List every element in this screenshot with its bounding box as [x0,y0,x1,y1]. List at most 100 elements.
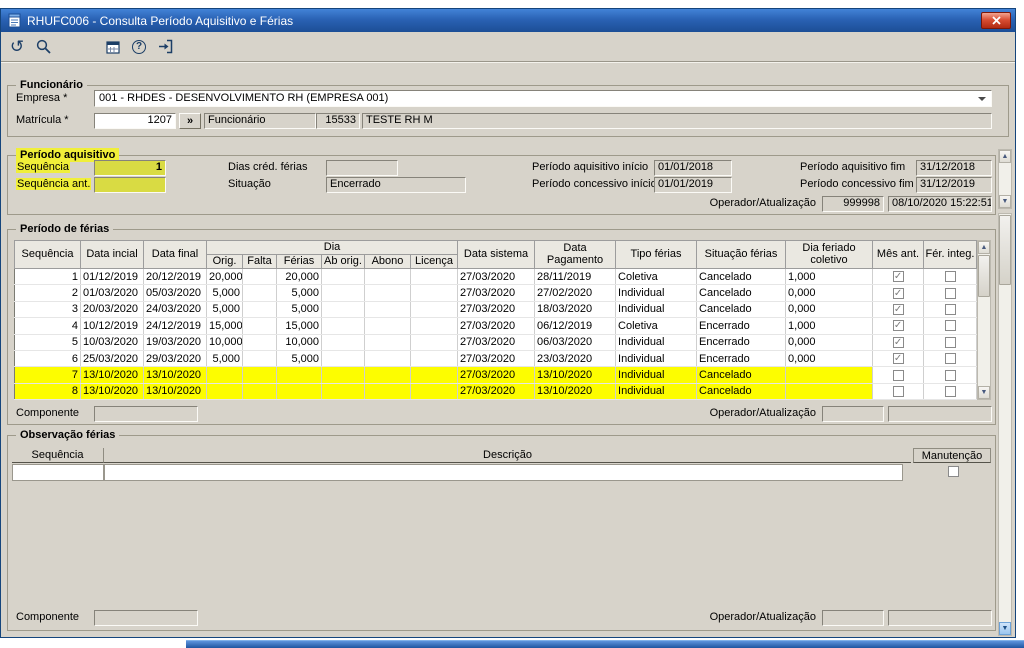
fer-integ-checkbox[interactable] [945,271,956,282]
licenca-cell[interactable] [411,350,458,366]
data_final-cell[interactable]: 24/03/2020 [144,301,207,317]
ferias-cell[interactable]: 10,000 [277,334,322,350]
tipo_ferias-cell[interactable]: Individual [616,301,697,317]
orig-cell[interactable]: 5,000 [207,350,243,366]
orig-cell[interactable]: 15,000 [207,318,243,334]
matricula-input[interactable]: 1207 [94,113,176,129]
ab_orig-cell[interactable] [322,269,365,285]
abono-cell[interactable] [365,383,411,399]
falta-cell[interactable] [243,350,277,366]
ab_orig-cell[interactable] [322,367,365,383]
sequencia-cell[interactable]: 1 [15,269,81,285]
sequencia-cell[interactable]: 7 [15,367,81,383]
falta-cell[interactable] [243,301,277,317]
table-row[interactable]: 510/03/202019/03/202010,00010,00027/03/2… [15,334,977,350]
data_sistema-cell[interactable]: 27/03/2020 [458,269,535,285]
col-dia-feriado-coletivo[interactable]: Dia feriado coletivo [786,241,873,269]
ferias-cell[interactable] [277,383,322,399]
data_inicial-cell[interactable]: 13/10/2020 [81,383,144,399]
orig-cell[interactable] [207,367,243,383]
data_sistema-cell[interactable]: 27/03/2020 [458,334,535,350]
data_pagamento-cell[interactable]: 28/11/2019 [535,269,616,285]
licenca-cell[interactable] [411,285,458,301]
ferias-cell[interactable]: 15,000 [277,318,322,334]
window-scrollbar[interactable]: ▼ [998,213,1012,636]
fer-integ-checkbox[interactable] [945,337,956,348]
data_pagamento-cell[interactable]: 13/10/2020 [535,367,616,383]
data_pagamento-cell[interactable]: 27/02/2020 [535,285,616,301]
scroll-thumb[interactable] [999,215,1011,285]
scroll-track[interactable] [999,214,1011,622]
dia_feriado_coletivo-cell[interactable]: 0,000 [786,285,873,301]
ferias-table-scrollbar[interactable]: ▲ ▼ [977,240,991,400]
licenca-cell[interactable] [411,334,458,350]
situacao_ferias-cell[interactable]: Cancelado [697,285,786,301]
fer-integ-checkbox[interactable] [945,370,956,381]
situacao_ferias-cell[interactable]: Encerrado [697,350,786,366]
data_sistema-cell[interactable]: 27/03/2020 [458,301,535,317]
abono-cell[interactable] [365,334,411,350]
abono-cell[interactable] [365,350,411,366]
titlebar[interactable]: RHUFC006 - Consulta Período Aquisitivo e… [1,9,1015,32]
dia_feriado_coletivo-cell[interactable]: 1,000 [786,318,873,334]
mes-ant-checkbox[interactable]: ✓ [893,304,904,315]
falta-cell[interactable] [243,367,277,383]
scroll-down-button[interactable]: ▼ [978,386,990,399]
abono-cell[interactable] [365,367,411,383]
tipo_ferias-cell[interactable]: Coletiva [616,269,697,285]
mes-ant-checkbox[interactable]: ✓ [893,320,904,331]
data_sistema-cell[interactable]: 27/03/2020 [458,285,535,301]
data_final-cell[interactable]: 29/03/2020 [144,350,207,366]
fer-integ-checkbox[interactable] [945,320,956,331]
ab_orig-cell[interactable] [322,318,365,334]
data_inicial-cell[interactable]: 01/03/2020 [81,285,144,301]
close-button[interactable] [981,12,1011,29]
data_final-cell[interactable]: 19/03/2020 [144,334,207,350]
sequencia-cell[interactable]: 2 [15,285,81,301]
col-fer-integ[interactable]: Fér. integ. [924,241,977,269]
situacao_ferias-cell[interactable]: Encerrado [697,334,786,350]
table-row[interactable]: 320/03/202024/03/20205,0005,00027/03/202… [15,301,977,317]
scroll-down-button[interactable]: ▼ [999,195,1011,208]
data_sistema-cell[interactable]: 27/03/2020 [458,318,535,334]
col-data-sistema[interactable]: Data sistema [458,241,535,269]
col-data-final[interactable]: Data final [144,241,207,269]
search-button[interactable] [31,35,55,59]
obs-sequencia-cell[interactable] [12,464,104,481]
orig-cell[interactable]: 10,000 [207,334,243,350]
tipo_ferias-cell[interactable]: Individual [616,383,697,399]
col-orig[interactable]: Orig. [207,255,243,269]
scroll-track[interactable] [999,163,1011,195]
manutencao-checkbox[interactable] [948,466,959,477]
scroll-up-button[interactable]: ▲ [978,241,990,254]
mes-ant-checkbox[interactable]: ✓ [893,353,904,364]
data_inicial-cell[interactable]: 20/03/2020 [81,301,144,317]
dia_feriado_coletivo-cell[interactable] [786,383,873,399]
data_inicial-cell[interactable]: 10/03/2020 [81,334,144,350]
mes-ant-checkbox[interactable]: ✓ [893,337,904,348]
ab_orig-cell[interactable] [322,334,365,350]
fer-integ-checkbox[interactable] [945,288,956,299]
situacao_ferias-cell[interactable]: Encerrado [697,318,786,334]
data_final-cell[interactable]: 13/10/2020 [144,367,207,383]
tipo_ferias-cell[interactable]: Coletiva [616,318,697,334]
scroll-track[interactable] [978,254,990,386]
col-data-inicial[interactable]: Data incial [81,241,144,269]
sequencia-cell[interactable]: 5 [15,334,81,350]
tipo_ferias-cell[interactable]: Individual [616,334,697,350]
ferias-cell[interactable]: 5,000 [277,350,322,366]
orig-cell[interactable] [207,383,243,399]
ferias-cell[interactable]: 5,000 [277,285,322,301]
falta-cell[interactable] [243,334,277,350]
exit-button[interactable] [153,35,177,59]
data_pagamento-cell[interactable]: 23/03/2020 [535,350,616,366]
matricula-lookup-button[interactable]: » [179,113,201,129]
orig-cell[interactable]: 5,000 [207,301,243,317]
table-row[interactable]: 410/12/201924/12/201915,00015,00027/03/2… [15,318,977,334]
scroll-thumb[interactable] [978,255,990,297]
col-situacao-ferias[interactable]: Situação férias [697,241,786,269]
sequencia-field[interactable]: 1 [94,160,166,176]
data_final-cell[interactable]: 20/12/2019 [144,269,207,285]
licenca-cell[interactable] [411,383,458,399]
ferias-cell[interactable]: 5,000 [277,301,322,317]
